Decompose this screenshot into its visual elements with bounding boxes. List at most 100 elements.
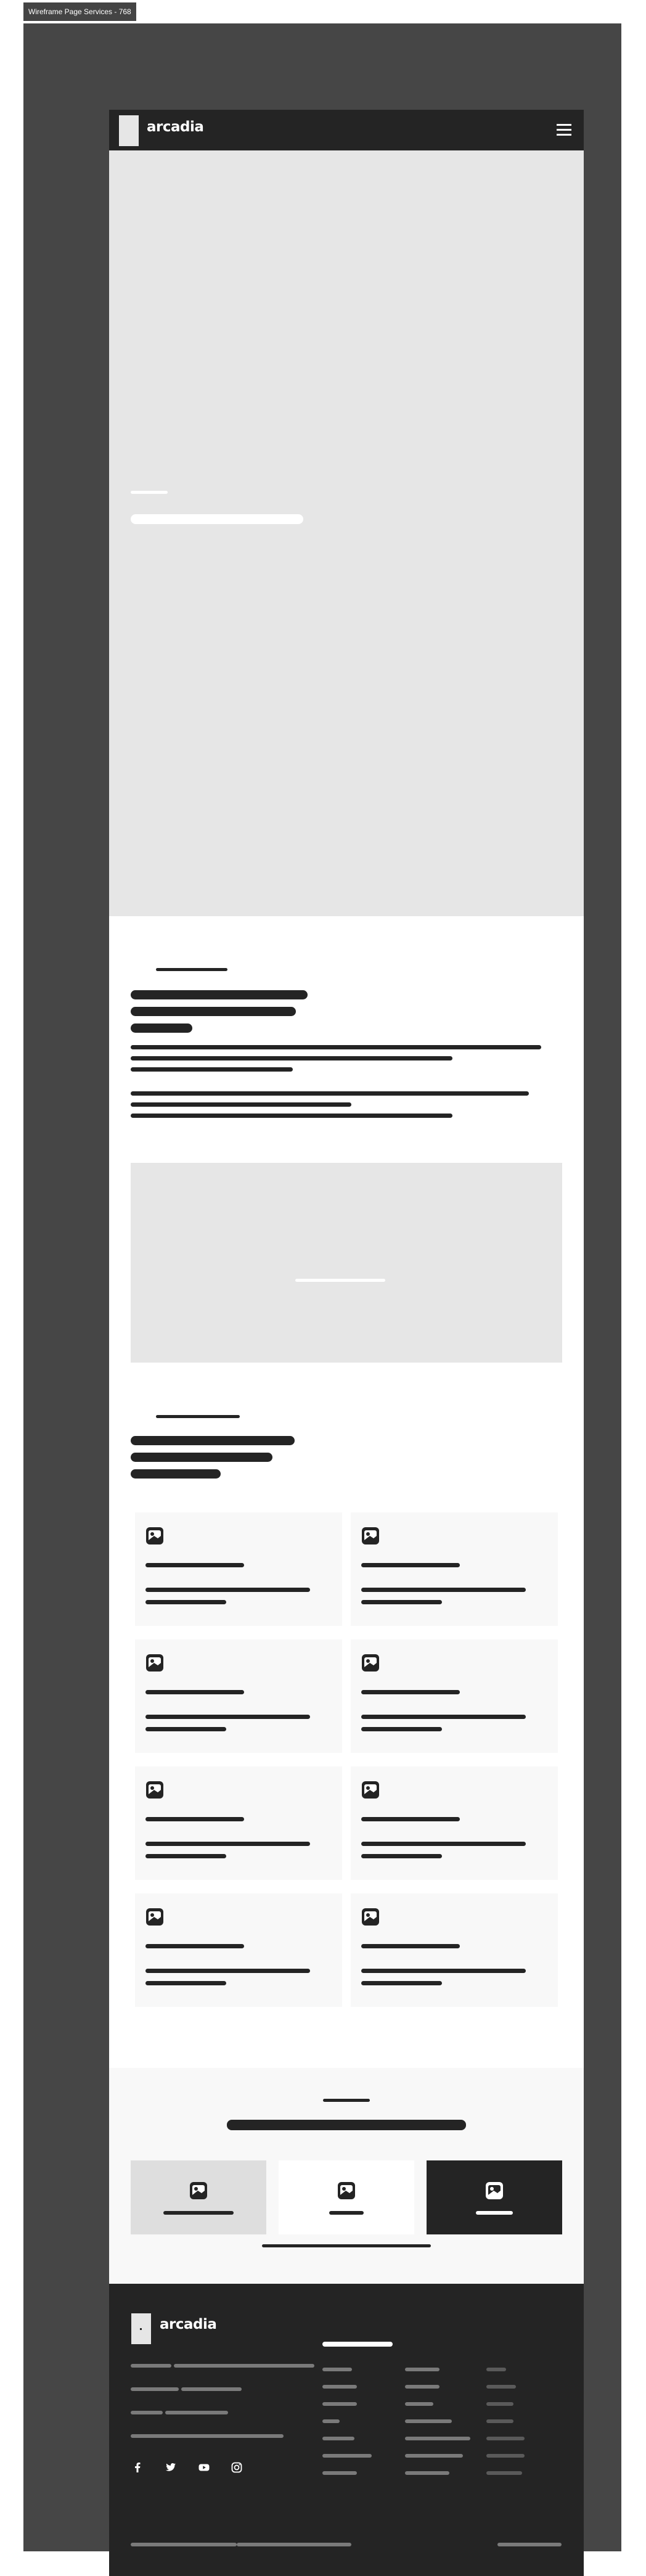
card-text-line [361,1727,442,1731]
footer-link-line[interactable] [486,2454,525,2458]
image-placeholder-icon [146,1654,163,1672]
intro-paragraph-line [131,1114,452,1118]
footer-link-line[interactable] [322,2471,357,2475]
card-text-line [145,1981,226,1985]
card-title-line [361,1563,460,1567]
intro-heading-line [131,990,308,999]
strip-eyebrow-line [323,2099,370,2102]
footer-link-line[interactable] [486,2402,513,2406]
image-placeholder-icon [362,1908,379,1926]
section-eyebrow-line [156,968,227,971]
feature-tile-active[interactable] [427,2160,562,2234]
image-placeholder-icon [190,2182,207,2199]
footer-link-line[interactable] [486,2368,506,2371]
tile-label-line [476,2211,513,2215]
services-heading-line [131,1469,221,1479]
card-text-line [361,1600,442,1604]
image-placeholder-icon [146,1527,163,1544]
tile-label-line [329,2211,364,2215]
footer-link-line[interactable] [322,2368,352,2371]
image-placeholder-icon [486,2182,503,2199]
card-title-line [145,1944,244,1948]
footer-link-line[interactable] [322,2437,354,2440]
footer-link-line[interactable] [405,2437,470,2440]
footer-text-line [131,2434,284,2438]
service-card[interactable] [135,1766,342,1880]
intro-heading-line [131,1023,192,1033]
twitter-icon[interactable] [165,2461,177,2474]
footer-text-line [165,2411,228,2414]
site-footer: arcadia [109,2284,584,2576]
hero-eyebrow-line [131,491,168,494]
card-title-line [361,1944,460,1948]
card-title-line [361,1690,460,1694]
intro-paragraph-line [131,1091,529,1096]
footer-text-line [131,2364,171,2368]
card-text-line [145,1854,226,1858]
card-title-line [145,1690,244,1694]
footer-logo-text[interactable]: arcadia [160,2316,217,2332]
intro-paragraph-line [131,1102,351,1107]
footer-legal-line[interactable] [497,2543,562,2546]
service-card[interactable] [135,1639,342,1753]
service-card[interactable] [135,1893,342,2007]
card-text-line [361,1981,442,1985]
card-title-line [361,1817,460,1821]
footer-link-line[interactable] [486,2437,525,2440]
logo-text[interactable]: arcadia [147,119,204,135]
footer-link-line[interactable] [405,2454,463,2458]
strip-heading-line [227,2120,466,2130]
footer-link-line[interactable] [486,2471,522,2475]
card-text-line [361,1842,526,1846]
youtube-icon[interactable] [198,2461,210,2474]
intro-paragraph-line [131,1045,541,1049]
footer-text-line [131,2387,179,2391]
footer-link-line[interactable] [405,2471,449,2475]
footer-link-line[interactable] [322,2402,357,2406]
card-text-line [145,1842,310,1846]
video-placeholder[interactable] [131,1163,562,1363]
feature-tile[interactable] [131,2160,266,2234]
card-text-line [145,1727,226,1731]
service-card[interactable] [351,1512,558,1626]
footer-text-line [181,2387,242,2391]
tile-label-line [163,2211,234,2215]
card-title-line [145,1563,244,1567]
footer-link-line[interactable] [322,2454,372,2458]
service-card[interactable] [135,1512,342,1626]
video-caption-line [295,1279,385,1282]
footer-link-line[interactable] [322,2419,340,2423]
service-card[interactable] [351,1893,558,2007]
page-canvas: arcadia arcadia [109,110,584,2576]
feature-tile[interactable] [279,2160,414,2234]
instagram-icon[interactable] [231,2461,243,2474]
image-placeholder-icon [146,1781,163,1799]
services-heading-line [131,1436,295,1445]
footer-link-line[interactable] [405,2385,440,2389]
footer-link-line[interactable] [322,2385,357,2389]
footer-text-line [131,2411,163,2414]
intro-heading-line [131,1007,296,1016]
footer-copyright-line [237,2543,351,2546]
service-card[interactable] [351,1639,558,1753]
intro-paragraph-line [131,1067,293,1072]
card-text-line [361,1854,442,1858]
footer-logo-mark[interactable] [131,2313,151,2344]
footer-link-line[interactable] [405,2419,452,2423]
footer-copyright-line [131,2543,237,2546]
footer-link-line[interactable] [486,2385,516,2389]
footer-link-line[interactable] [486,2419,513,2423]
strip-link-line[interactable] [262,2244,431,2247]
logo-mark[interactable] [119,115,139,146]
facebook-icon[interactable] [131,2461,144,2474]
footer-column-heading [322,2342,393,2347]
service-card[interactable] [351,1766,558,1880]
footer-link-line[interactable] [405,2402,433,2406]
section-eyebrow-line [156,1415,240,1418]
frame-title-tag: Wireframe Page Services - 768 [23,2,136,21]
card-text-line [361,1588,526,1592]
footer-link-line[interactable] [405,2368,440,2371]
image-placeholder-icon [362,1654,379,1672]
hero-image-placeholder [109,150,584,916]
menu-icon[interactable] [557,123,573,136]
